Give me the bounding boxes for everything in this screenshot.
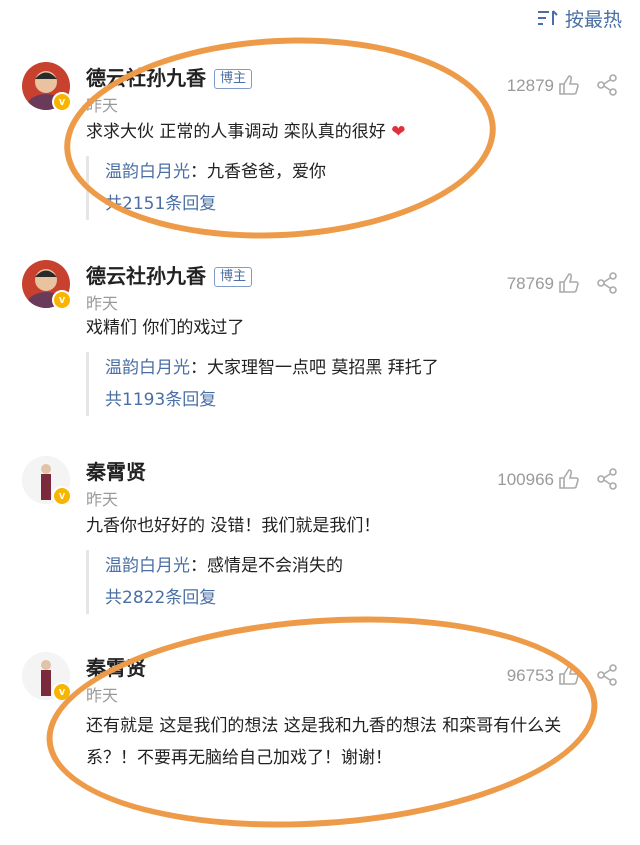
reply-author[interactable]: 温韵白月光 [105, 162, 190, 182]
like-count: 96753 [506, 666, 554, 685]
comment-time: 昨天 [86, 686, 119, 705]
reply-line: 温韵白月光：九香爸爸，爱你 [105, 156, 635, 188]
share-icon[interactable] [596, 272, 618, 294]
thumbs-up-icon[interactable] [558, 272, 580, 294]
reply-count-link[interactable]: 共2822条回复 [105, 582, 635, 614]
reply-text: 大家理智一点吧 莫招黑 拜托了 [207, 358, 439, 378]
reply-preview: 温韵白月光：大家理智一点吧 莫招黑 拜托了 共1193条回复 [86, 352, 635, 416]
author-badge: 博主 [214, 267, 253, 287]
reply-colon: ： [190, 556, 207, 576]
reply-line: 温韵白月光：感情是不会消失的 [105, 550, 635, 582]
share-icon[interactable] [596, 664, 618, 686]
reply-text: 九香爸爸，爱你 [207, 162, 326, 182]
comment-item: v 德云社孙九香 博主 昨天 12879 求求大伙 正常的人事调动 栾队真的很好 … [0, 56, 640, 239]
comment-item: v 德云社孙九香 博主 昨天 78769 戏精们 你们的戏过了 温韵白月光：大家理… [0, 238, 640, 435]
comment-time: 昨天 [86, 294, 119, 313]
comment-author[interactable]: 秦霄贤 [86, 652, 146, 681]
comment-item: v 秦霄贤 昨天 96753 还有就是 这是我们的想法 这是我和九香的想法 和栾… [0, 630, 640, 782]
reply-line: 温韵白月光：大家理智一点吧 莫招黑 拜托了 [105, 352, 635, 384]
author-name: 秦霄贤 [86, 656, 146, 680]
comment-text: 还有就是 这是我们的想法 这是我和九香的想法 和栾哥有什么关 系？！不要再无脑给… [86, 710, 606, 774]
author-name: 德云社孙九香 [86, 66, 206, 90]
comment-time: 昨天 [86, 490, 119, 509]
reply-preview: 温韵白月光：九香爸爸，爱你 共2151条回复 [86, 156, 635, 220]
reply-colon: ： [190, 162, 207, 182]
verified-badge-icon: v [52, 92, 72, 112]
reply-count-link[interactable]: 共1193条回复 [105, 384, 635, 416]
comment-time: 昨天 [86, 96, 119, 115]
thumbs-up-icon[interactable] [558, 468, 580, 490]
sort-lines-icon [537, 10, 558, 25]
like-count: 78769 [506, 274, 554, 293]
reply-text: 感情是不会消失的 [207, 556, 343, 576]
comment-body: 求求大伙 正常的人事调动 栾队真的很好 [86, 122, 386, 142]
author-name: 秦霄贤 [86, 460, 146, 484]
thumbs-up-icon[interactable] [558, 74, 580, 96]
sort-bar: 按最热 [0, 0, 640, 36]
like-count: 100966 [497, 470, 554, 489]
comment-author[interactable]: 德云社孙九香 博主 [86, 62, 253, 91]
comment-author[interactable]: 秦霄贤 [86, 456, 146, 485]
comment-text: 九香你也好好的 没错！我们就是我们！ [86, 516, 381, 536]
like-count: 12879 [506, 76, 554, 95]
author-name: 德云社孙九香 [86, 264, 206, 288]
verified-badge-icon: v [52, 486, 72, 506]
comment-text: 求求大伙 正常的人事调动 栾队真的很好 ❤ [86, 118, 606, 146]
comment-body-line: 系？！不要再无脑给自己加戏了！谢谢！ [86, 748, 392, 768]
sort-label: 按最热 [564, 8, 622, 31]
thumbs-up-icon[interactable] [558, 664, 580, 686]
comment-text: 戏精们 你们的戏过了 [86, 318, 245, 338]
share-icon[interactable] [596, 74, 618, 96]
comment-author[interactable]: 德云社孙九香 博主 [86, 260, 253, 289]
heart-emoji-icon: ❤ [391, 122, 406, 142]
reply-count-link[interactable]: 共2151条回复 [105, 188, 635, 220]
author-badge: 博主 [214, 69, 253, 89]
reply-author[interactable]: 温韵白月光 [105, 556, 190, 576]
comment-item: v 秦霄贤 昨天 100966 九香你也好好的 没错！我们就是我们！ 温韵白月光… [0, 434, 640, 631]
comment-body-line: 还有就是 这是我们的想法 这是我和九香的想法 和栾哥有什么关 [86, 716, 562, 736]
verified-badge-icon: v [52, 290, 72, 310]
sort-hot-button[interactable]: 按最热 [537, 4, 622, 32]
verified-badge-icon: v [52, 682, 72, 702]
share-icon[interactable] [596, 468, 618, 490]
reply-colon: ： [190, 358, 207, 378]
reply-author[interactable]: 温韵白月光 [105, 358, 190, 378]
reply-preview: 温韵白月光：感情是不会消失的 共2822条回复 [86, 550, 635, 614]
